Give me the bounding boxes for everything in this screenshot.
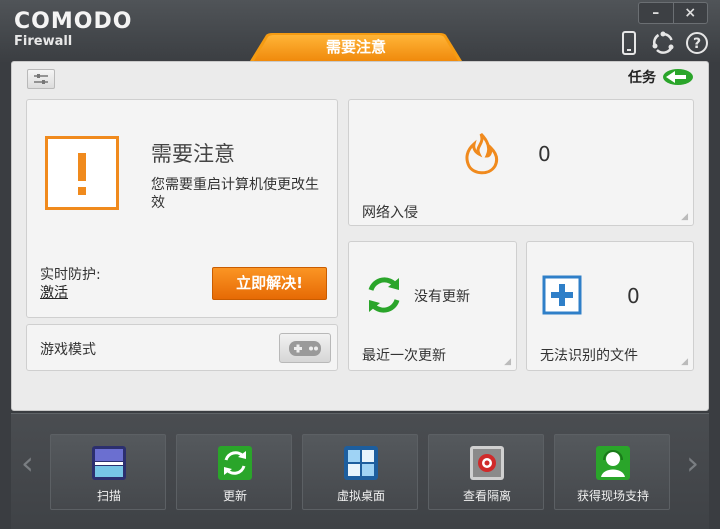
sliders-icon (34, 74, 48, 84)
window-controls: – × (638, 2, 708, 24)
warning-icon (45, 136, 119, 210)
tile-label: 虚拟桌面 (336, 489, 385, 503)
intrusion-label: 网络入侵 (362, 205, 418, 221)
close-button[interactable]: × (672, 3, 708, 23)
update-status: 没有更新 (414, 289, 470, 305)
tile-scan[interactable]: 扫描 (50, 434, 166, 510)
alert-title: 需要注意 (151, 142, 235, 166)
main-panel: 任务 需要注意 您需要重启计算机使更改生效 实时防护: 激活 立即解决! 游戏模… (11, 61, 709, 411)
tile-label: 更新 (222, 489, 247, 503)
quarantine-icon (470, 446, 504, 480)
title-bar: COMODO Firewall – × ? 需要注意 (0, 0, 720, 62)
alert-description: 您需要重启计算机使更改生效 (151, 177, 319, 211)
expand-corner-icon: ◢ (681, 212, 688, 222)
scan-icon (92, 446, 126, 480)
game-mode-card: 游戏模式 (26, 324, 338, 371)
game-mode-toggle[interactable] (279, 333, 331, 363)
sync-icon (368, 277, 400, 313)
add-file-icon (542, 275, 582, 315)
tile-live-support[interactable]: 获得现场支持 (554, 434, 670, 510)
intrusion-count: 0 (538, 142, 551, 166)
last-update-label: 最近一次更新 (362, 348, 446, 364)
mobile-icon[interactable] (616, 30, 642, 56)
tasks-arrow-icon (663, 69, 693, 85)
tile-quarantine[interactable]: 查看隔离 (428, 434, 544, 510)
tile-label: 获得现场支持 (576, 489, 649, 503)
virtual-desktop-icon (344, 446, 378, 480)
realtime-protection-status-link[interactable]: 激活 (40, 282, 68, 302)
game-mode-label: 游戏模式 (40, 342, 96, 358)
alert-card: 需要注意 您需要重启计算机使更改生效 实时防护: 激活 立即解决! (26, 99, 338, 318)
svg-text:?: ? (693, 36, 701, 52)
status-tab-label: 需要注意 (325, 38, 386, 56)
scroll-left-icon[interactable]: ‹ (21, 444, 34, 482)
minimize-button[interactable]: – (639, 3, 673, 23)
update-icon (218, 446, 252, 480)
flame-icon (465, 132, 499, 175)
gamepad-icon (289, 341, 321, 356)
realtime-protection-label: 实时防护: (40, 267, 101, 283)
refresh-icon[interactable] (650, 30, 676, 56)
last-update-card[interactable]: 没有更新 最近一次更新 ◢ (348, 241, 517, 371)
tasks-button[interactable]: 任务 (628, 67, 694, 87)
app-subtitle: Firewall (14, 34, 73, 49)
tile-label: 扫描 (96, 489, 121, 503)
unrecognized-files-card[interactable]: 0 无法识别的文件 ◢ (526, 241, 694, 371)
tile-label: 查看隔离 (462, 489, 511, 503)
live-support-icon (596, 446, 630, 480)
task-bar: ‹ › 扫描 更新 虚拟桌面 查看隔离 获得现场支持 (11, 413, 709, 529)
tile-virtual-desktop[interactable]: 虚拟桌面 (302, 434, 418, 510)
network-intrusion-card[interactable]: 0 网络入侵 ◢ (348, 99, 694, 226)
unrecognized-count: 0 (627, 284, 640, 308)
tasks-label: 任务 (628, 70, 656, 86)
unrecognized-label: 无法识别的文件 (540, 348, 638, 364)
scroll-right-icon[interactable]: › (686, 444, 699, 482)
tile-update[interactable]: 更新 (176, 434, 292, 510)
expand-corner-icon: ◢ (504, 357, 511, 367)
help-icon[interactable]: ? (684, 30, 710, 56)
header-icons: ? (616, 30, 710, 56)
expand-corner-icon: ◢ (681, 357, 688, 367)
status-tab[interactable]: 需要注意 (250, 33, 462, 61)
fix-now-button[interactable]: 立即解决! (212, 267, 327, 300)
settings-button[interactable] (27, 69, 55, 89)
app-brand: COMODO (14, 9, 133, 34)
